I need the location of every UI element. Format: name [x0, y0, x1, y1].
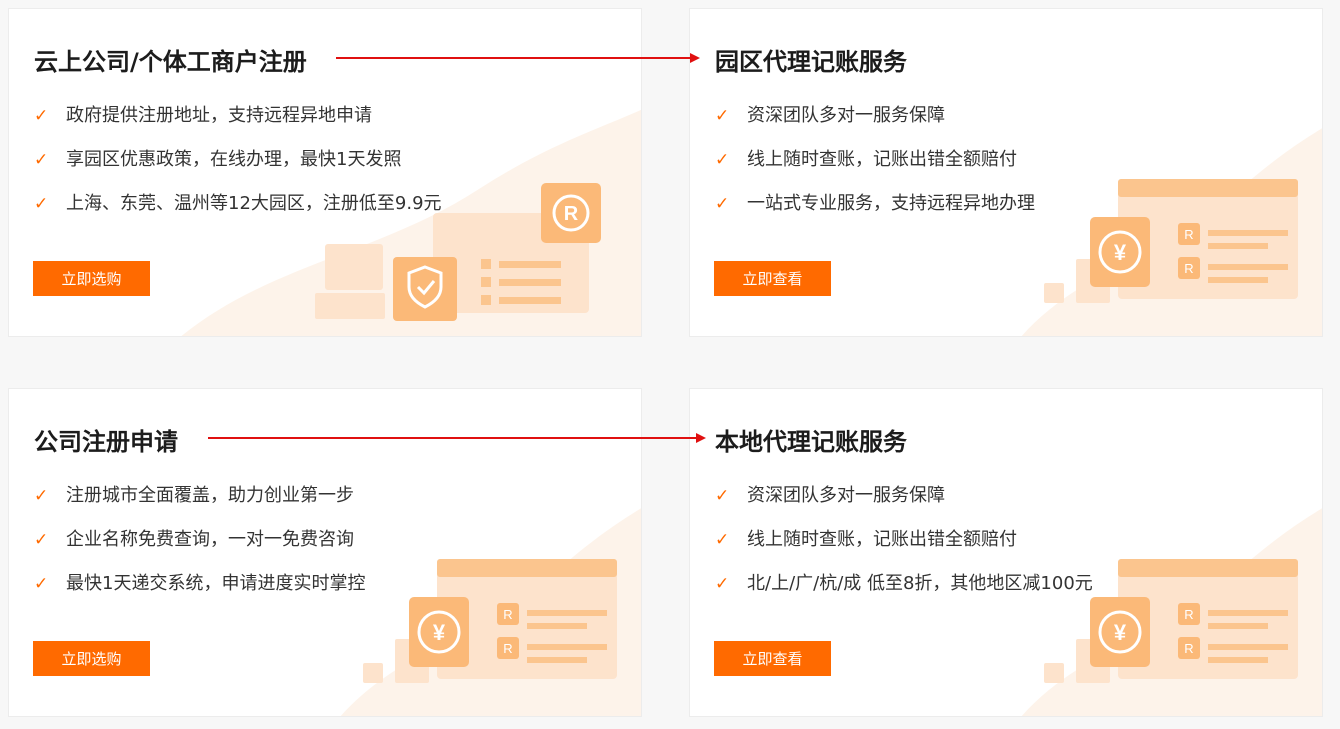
feature-item: ✓ 北/上/广/杭/成 低至8折，其他地区减100元 [715, 573, 1093, 617]
yuan-ledger-icon: ¥ R R [340, 508, 641, 716]
check-icon: ✓ [715, 530, 730, 550]
check-icon: ✓ [715, 486, 730, 506]
feature-list: ✓ 资深团队多对一服务保障 ✓ 线上随时查账，记账出错全额赔付 ✓ 一站式专业服务，支… [715, 105, 1035, 237]
feature-item: ✓ 资深团队多对一服务保障 [715, 485, 1093, 529]
svg-text:R: R [1184, 227, 1193, 242]
card-title: 云上公司/个体工商户注册 [34, 48, 307, 76]
feature-text: 政府提供注册地址，支持远程异地申请 [66, 105, 372, 126]
svg-text:R: R [564, 203, 579, 225]
feature-item: ✓ 线上随时查账，记账出错全额赔付 [715, 149, 1035, 193]
service-card-park-bookkeeping: 园区代理记账服务 ✓ 资深团队多对一服务保障 ✓ 线上随时查账，记账出错全额赔付 ✓… [689, 8, 1323, 337]
check-icon: ✓ [715, 150, 730, 170]
check-icon: ✓ [715, 106, 730, 126]
buy-now-button[interactable]: 立即选购 [33, 261, 150, 296]
check-icon: ✓ [34, 574, 49, 594]
svg-text:¥: ¥ [1114, 240, 1127, 265]
svg-text:R: R [503, 641, 512, 656]
feature-item: ✓ 线上随时查账，记账出错全额赔付 [715, 529, 1093, 573]
check-icon: ✓ [34, 150, 49, 170]
feature-text: 资深团队多对一服务保障 [747, 105, 945, 126]
feature-item: ✓ 政府提供注册地址，支持远程异地申请 [34, 105, 442, 149]
feature-item: ✓ 一站式专业服务，支持远程异地办理 [715, 193, 1035, 237]
feature-text: 线上随时查账，记账出错全额赔付 [747, 529, 1017, 550]
check-icon: ✓ [34, 194, 49, 214]
feature-text: 资深团队多对一服务保障 [747, 485, 945, 506]
feature-text: 上海、东莞、温州等12大园区，注册低至9.9元 [66, 193, 442, 214]
feature-text: 企业名称免费查询，一对一免费咨询 [66, 529, 354, 550]
svg-text:¥: ¥ [433, 620, 446, 645]
buy-now-button[interactable]: 立即选购 [33, 641, 150, 676]
svg-text:R: R [1184, 607, 1193, 622]
feature-item: ✓ 享园区优惠政策，在线办理，最快1天发照 [34, 149, 442, 193]
feature-text: 享园区优惠政策，在线办理，最快1天发照 [66, 149, 402, 170]
check-icon: ✓ [34, 106, 49, 126]
feature-text: 一站式专业服务，支持远程异地办理 [747, 193, 1035, 214]
check-icon: ✓ [34, 530, 49, 550]
feature-text: 注册城市全面覆盖，助力创业第一步 [66, 485, 354, 506]
feature-item: ✓ 资深团队多对一服务保障 [715, 105, 1035, 149]
feature-text: 北/上/广/杭/成 低至8折，其他地区减100元 [747, 573, 1093, 594]
arrow-icon [208, 433, 706, 443]
feature-list: ✓ 注册城市全面覆盖，助力创业第一步 ✓ 企业名称免费查询，一对一免费咨询 ✓ 最快1… [34, 485, 365, 617]
feature-item: ✓ 上海、东莞、温州等12大园区，注册低至9.9元 [34, 193, 442, 237]
feature-text: 最快1天递交系统，申请进度实时掌控 [66, 573, 366, 594]
feature-item: ✓ 企业名称免费查询，一对一免费咨询 [34, 529, 365, 573]
feature-item: ✓ 最快1天递交系统，申请进度实时掌控 [34, 573, 365, 617]
check-icon: ✓ [715, 194, 730, 214]
feature-list: ✓ 政府提供注册地址，支持远程异地申请 ✓ 享园区优惠政策，在线办理，最快1天发照 … [34, 105, 442, 237]
svg-text:¥: ¥ [1114, 620, 1127, 645]
svg-text:R: R [1184, 641, 1193, 656]
svg-text:R: R [503, 607, 512, 622]
check-icon: ✓ [34, 486, 49, 506]
svg-text:R: R [1184, 261, 1193, 276]
check-icon: ✓ [715, 574, 730, 594]
view-now-button[interactable]: 立即查看 [714, 641, 831, 676]
service-card-local-bookkeeping: 本地代理记账服务 ✓ 资深团队多对一服务保障 ✓ 线上随时查账，记账出错全额赔付 ✓… [689, 388, 1323, 717]
yuan-ledger-icon: ¥ R R [1021, 128, 1322, 336]
card-title: 本地代理记账服务 [715, 428, 907, 456]
card-title: 园区代理记账服务 [715, 48, 907, 76]
feature-list: ✓ 资深团队多对一服务保障 ✓ 线上随时查账，记账出错全额赔付 ✓ 北/上/广/杭/成… [715, 485, 1093, 617]
card-title: 公司注册申请 [34, 428, 178, 456]
feature-item: ✓ 注册城市全面覆盖，助力创业第一步 [34, 485, 365, 529]
feature-text: 线上随时查账，记账出错全额赔付 [747, 149, 1017, 170]
view-now-button[interactable]: 立即查看 [714, 261, 831, 296]
arrow-icon [336, 53, 700, 63]
